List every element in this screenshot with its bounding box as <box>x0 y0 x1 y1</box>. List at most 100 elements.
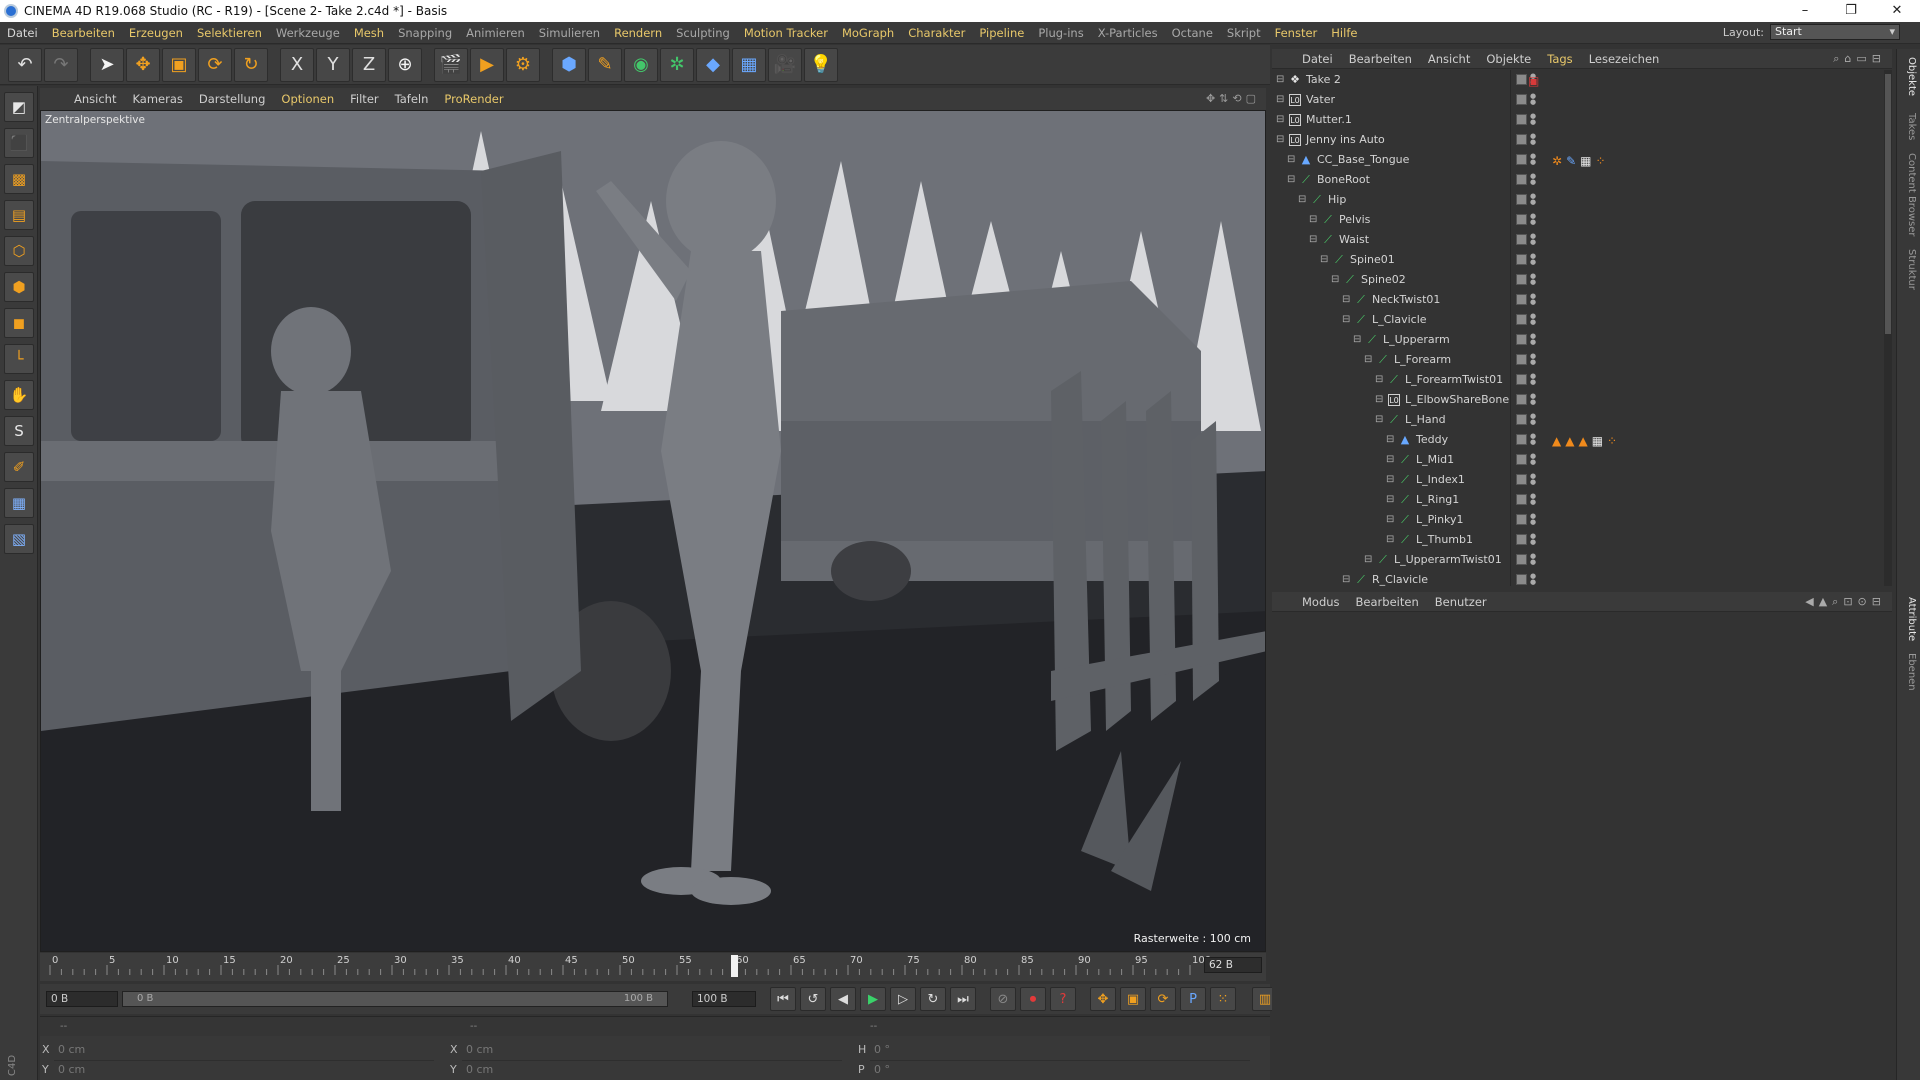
coordinate-system-button[interactable]: ⊕ <box>388 47 422 82</box>
autokeying-button[interactable]: ? <box>1050 987 1076 1011</box>
editor-render-visibility-dots[interactable]: ● ● <box>1530 173 1536 186</box>
layer-visibility-icon[interactable] <box>1516 354 1527 365</box>
object-name[interactable]: L_Index1 <box>1416 470 1465 490</box>
editor-render-visibility-dots[interactable]: ● ● <box>1530 333 1536 346</box>
record-active-objects-button[interactable]: ⏺ <box>1020 987 1046 1011</box>
editor-render-visibility-dots[interactable]: ● ● <box>1530 433 1536 446</box>
menu-sculpting[interactable]: Sculpting <box>669 26 737 40</box>
camera-button[interactable]: 🎥 <box>768 47 802 82</box>
play-forward-button[interactable]: ▶ <box>860 987 886 1011</box>
layer-visibility-icon[interactable] <box>1516 154 1527 165</box>
brush-button[interactable]: ✐ <box>4 452 34 482</box>
expand-toggle-icon[interactable]: ⊟ <box>1309 230 1317 250</box>
menu-bearbeiten[interactable]: Bearbeiten <box>45 26 122 40</box>
object-name[interactable]: NeckTwist01 <box>1372 290 1440 310</box>
editor-render-visibility-dots[interactable]: ● ● <box>1530 473 1536 486</box>
menu-snapping[interactable]: Snapping <box>391 26 459 40</box>
expand-toggle-icon[interactable]: ⊟ <box>1342 290 1350 310</box>
object-tree-row[interactable]: ⊟ ⟋ L_ForearmTwist01 ● ● <box>1272 370 1884 390</box>
object-name[interactable]: L_Thumb1 <box>1416 530 1473 550</box>
layer-visibility-icon[interactable] <box>1516 314 1527 325</box>
object-tree-row[interactable]: ⊟ ⟋ Spine01 ● ● <box>1272 250 1884 270</box>
object-tree-row[interactable]: ⊟ ⟋ L_Upperarm ● ● <box>1272 330 1884 350</box>
object-name[interactable]: Take 2 <box>1306 70 1341 90</box>
layer-visibility-icon[interactable] <box>1516 434 1527 445</box>
menu-charakter[interactable]: Charakter <box>901 26 972 40</box>
tab-objekte[interactable]: Objekte <box>1906 57 1917 96</box>
layer-visibility-icon[interactable] <box>1516 334 1527 345</box>
expand-toggle-icon[interactable]: ⊟ <box>1287 150 1295 170</box>
tab-struktur[interactable]: Struktur <box>1906 249 1917 290</box>
object-tree-row[interactable]: ⊟ ⟋ L_Hand ● ● <box>1272 410 1884 430</box>
object-tree-row[interactable]: ⊟ L0 Vater ● ● <box>1272 90 1884 110</box>
size-x-field[interactable]: 0 cm <box>462 1040 842 1061</box>
viewport-menu-filter[interactable]: Filter <box>342 92 386 106</box>
layer-visibility-icon[interactable] <box>1516 274 1527 285</box>
expand-toggle-icon[interactable]: ⊟ <box>1276 70 1284 90</box>
object-tree-row[interactable]: ⊟ ⟋ L_Pinky1 ● ● <box>1272 510 1884 530</box>
menu-skript[interactable]: Skript <box>1220 26 1268 40</box>
key-scale-button[interactable]: ▣ <box>1120 987 1146 1011</box>
object-name[interactable]: Spine01 <box>1350 250 1395 270</box>
expand-toggle-icon[interactable]: ⊟ <box>1298 190 1306 210</box>
tweak-mode-button[interactable]: ✋ <box>4 380 34 410</box>
menu-hilfe[interactable]: Hilfe <box>1324 26 1364 40</box>
editor-render-visibility-dots[interactable]: ● ● <box>1530 253 1536 266</box>
layer-visibility-icon[interactable] <box>1516 94 1527 105</box>
preview-range-slider[interactable]: 0 B 100 B <box>122 991 668 1007</box>
expand-toggle-icon[interactable]: ⊟ <box>1342 310 1350 330</box>
expand-toggle-icon[interactable]: ⊟ <box>1320 250 1328 270</box>
editor-render-visibility-dots[interactable]: ● ● <box>1530 313 1536 326</box>
phong-tag-icon[interactable]: ▲ <box>1552 434 1565 448</box>
snap-button[interactable]: S <box>4 416 34 446</box>
layer-visibility-icon[interactable] <box>1516 214 1527 225</box>
expand-toggle-icon[interactable]: ⊟ <box>1386 510 1394 530</box>
rot-h-field[interactable]: 0 ° <box>870 1040 1250 1061</box>
make-editable-button[interactable]: ◩ <box>4 92 34 122</box>
axis-mode-button[interactable]: └ <box>4 344 34 374</box>
object-tree-row[interactable]: ⊟ ⟋ BoneRoot ● ● <box>1272 170 1884 190</box>
expand-toggle-icon[interactable]: ⊟ <box>1276 90 1284 110</box>
menu-octane[interactable]: Octane <box>1165 26 1220 40</box>
object-tree-row[interactable]: ⊟ ⟋ L_Clavicle ● ● <box>1272 310 1884 330</box>
viewport-menu-prorender[interactable]: ProRender <box>436 92 511 106</box>
object-tree-row[interactable]: ⊟ ⟋ L_Forearm ● ● <box>1272 350 1884 370</box>
editor-render-visibility-dots[interactable]: ● ● <box>1530 413 1536 426</box>
object-tree-row[interactable]: ⊟ L0 Jenny ins Auto ● ● <box>1272 130 1884 150</box>
z-axis-lock-button[interactable]: Z <box>352 47 386 82</box>
expand-toggle-icon[interactable]: ⊟ <box>1364 550 1372 570</box>
editor-render-visibility-dots[interactable]: ● ● <box>1530 493 1536 506</box>
object-tree-row[interactable]: ⊟ L0 Mutter.1 ● ● <box>1272 110 1884 130</box>
current-frame-display[interactable]: 62 B <box>1204 957 1262 973</box>
previous-frame-button[interactable]: ◀ <box>830 987 856 1011</box>
layer-visibility-icon[interactable] <box>1516 234 1527 245</box>
size-y-field[interactable]: 0 cm <box>462 1060 842 1080</box>
spline-pen-button[interactable]: ✎ <box>588 47 622 82</box>
expand-toggle-icon[interactable]: ⊟ <box>1364 350 1372 370</box>
layer-visibility-icon[interactable] <box>1516 534 1527 545</box>
rotate-tool-button[interactable]: ⟳ <box>198 47 232 82</box>
expand-toggle-icon[interactable]: ⊟ <box>1375 390 1383 410</box>
workplane-lock-button[interactable]: ▦ <box>4 488 34 518</box>
layer-visibility-icon[interactable] <box>1516 74 1527 85</box>
object-tags[interactable]: ▣ <box>1528 71 1543 91</box>
layer-visibility-icon[interactable] <box>1516 474 1527 485</box>
am-menu-bearbeiten[interactable]: Bearbeiten <box>1348 595 1427 609</box>
menu-simulieren[interactable]: Simulieren <box>532 26 607 40</box>
object-tree-row[interactable]: ⊟ ⟋ NeckTwist01 ● ● <box>1272 290 1884 310</box>
object-tree-row[interactable]: ⊟ ▲ Teddy ● ● ▲▲▲▦⁘ <box>1272 430 1884 450</box>
menu-fenster[interactable]: Fenster <box>1268 26 1325 40</box>
expand-toggle-icon[interactable]: ⊟ <box>1276 110 1284 130</box>
object-name[interactable]: Jenny ins Auto <box>1306 130 1385 150</box>
layer-visibility-icon[interactable] <box>1516 574 1527 585</box>
editor-render-visibility-dots[interactable]: ● ● <box>1530 533 1536 546</box>
object-tree-row[interactable]: ⊟ ❖ Take 2 ● ● ▣ <box>1272 70 1884 90</box>
object-name[interactable]: L_Mid1 <box>1416 450 1454 470</box>
layout-dropdown[interactable]: Start <box>1770 24 1900 40</box>
editor-render-visibility-dots[interactable]: ● ● <box>1530 93 1536 106</box>
layer-visibility-icon[interactable] <box>1516 414 1527 425</box>
editor-render-visibility-dots[interactable]: ● ● <box>1530 233 1536 246</box>
pos-y-field[interactable]: 0 cm <box>54 1060 434 1080</box>
menu-pipeline[interactable]: Pipeline <box>972 26 1031 40</box>
editor-render-visibility-dots[interactable]: ● ● <box>1530 153 1536 166</box>
